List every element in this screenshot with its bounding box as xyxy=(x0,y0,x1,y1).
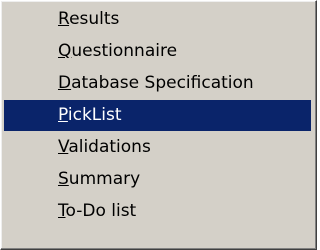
menu-item-database-specification[interactable]: Database Specification xyxy=(4,68,311,99)
label-rest: o-Do list xyxy=(65,201,137,221)
mnemonic-letter: S xyxy=(58,169,69,189)
label-rest: atabase Specification xyxy=(71,73,254,93)
menu-item-label: Questionnaire xyxy=(58,36,177,67)
mnemonic-letter: D xyxy=(58,73,72,93)
menu-item-picklist[interactable]: PickList xyxy=(4,100,311,131)
label-rest: esults xyxy=(69,9,120,29)
menu-item-label: Validations xyxy=(58,132,151,163)
menu-item-validations[interactable]: Validations xyxy=(4,132,311,163)
menu-item-questionnaire[interactable]: Questionnaire xyxy=(4,36,311,67)
mnemonic-letter: V xyxy=(58,137,69,157)
label-rest: ummary xyxy=(68,169,141,189)
menu-item-label: Summary xyxy=(58,164,140,195)
mnemonic-letter: P xyxy=(58,105,68,125)
menu-item-label: Database Specification xyxy=(58,68,254,99)
menu-item-label: To-Do list xyxy=(58,196,136,227)
label-rest: ickList xyxy=(67,105,122,125)
context-menu: Results Questionnaire Database Specifica… xyxy=(0,0,317,250)
mnemonic-letter: R xyxy=(58,9,70,29)
menu-item-to-do-list[interactable]: To-Do list xyxy=(4,196,311,227)
menu-item-results[interactable]: Results xyxy=(4,4,311,35)
mnemonic-letter: Q xyxy=(58,41,72,61)
menu-item-summary[interactable]: Summary xyxy=(4,164,311,195)
label-rest: uestionnaire xyxy=(71,41,178,61)
mnemonic-letter: T xyxy=(58,201,66,221)
label-rest: alidations xyxy=(68,137,151,157)
menu-item-label: Results xyxy=(58,4,119,35)
menu-item-label: PickList xyxy=(58,100,122,131)
